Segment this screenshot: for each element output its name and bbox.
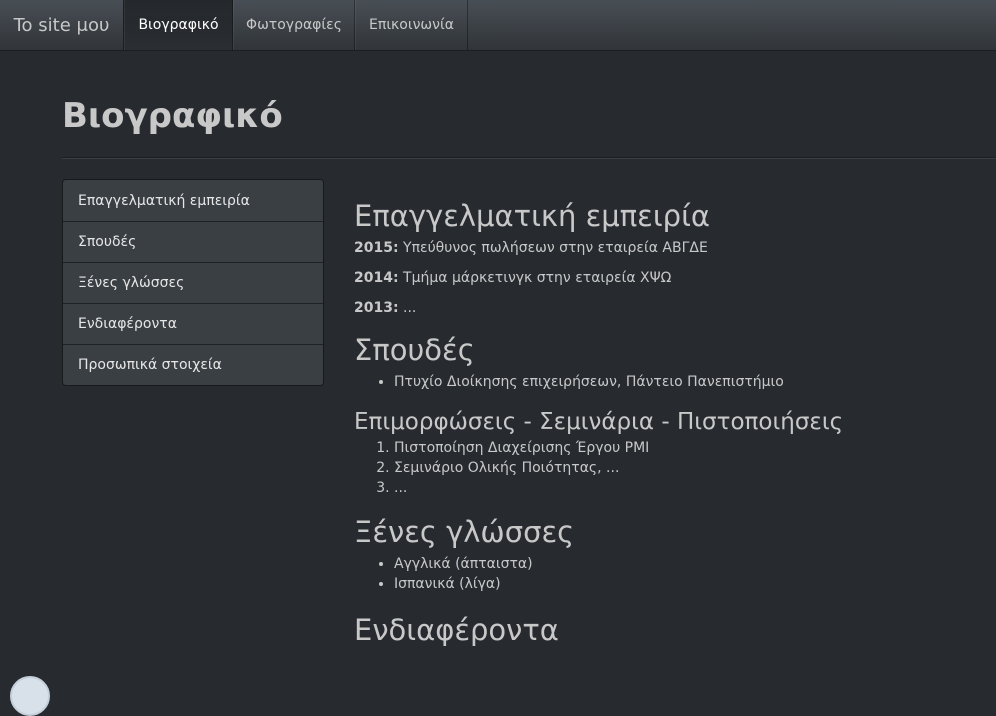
studies-heading: Σπουδές xyxy=(354,333,475,367)
sidebar-item-interests[interactable]: Ενδιαφέροντα xyxy=(63,303,323,344)
experience-year: 2015: xyxy=(354,240,399,256)
nav-item-biography[interactable]: Βιογραφικό xyxy=(124,0,233,50)
header-divider xyxy=(62,157,996,159)
experience-entry: 2014: Τμήμα μάρκετινγκ στην εταιρεία ΧΨΩ xyxy=(354,268,974,288)
nav-item-photos[interactable]: Φωτογραφίες xyxy=(233,0,355,50)
languages-list: Αγγλικά (άπταιστα) Ισπανικά (λίγα) xyxy=(354,554,974,594)
list-item: ... xyxy=(394,478,974,498)
list-item: Ισπανικά (λίγα) xyxy=(394,574,974,594)
list-item: Αγγλικά (άπταιστα) xyxy=(394,554,974,574)
experience-text: Υπεύθυνος πωλήσεων στην εταιρεία ΑΒΓΔΕ xyxy=(398,240,708,256)
studies-list: Πτυχίο Διοίκησης επιχειρήσεων, Πάντειο Π… xyxy=(354,372,974,392)
sidebar-item-experience[interactable]: Επαγγελματική εμπειρία xyxy=(63,180,323,221)
site-brand-link[interactable]: To site μου xyxy=(0,0,124,50)
experience-text: Τμήμα μάρκετινγκ στην εταιρεία ΧΨΩ xyxy=(398,270,672,286)
sidebar-item-languages[interactable]: Ξένες γλώσσες xyxy=(63,262,323,303)
experience-entry: 2013: ... xyxy=(354,298,974,318)
interests-heading: Ενδιαφέροντα xyxy=(354,613,559,647)
sidebar-item-studies[interactable]: Σπουδές xyxy=(63,221,323,262)
list-item: Πιστοποίηση Διαχείρισης Έργου PMI xyxy=(394,438,974,458)
main-content: Επαγγελματική εμπειρία 2015: Υπεύθυνος π… xyxy=(354,196,974,650)
seminars-list: Πιστοποίηση Διαχείρισης Έργου PMI Σεμινά… xyxy=(354,438,974,498)
list-item: Πτυχίο Διοίκησης επιχειρήσεων, Πάντειο Π… xyxy=(394,372,974,392)
experience-heading: Επαγγελματική εμπειρία xyxy=(354,199,711,233)
list-item: Σεμινάριο Ολικής Ποιότητας, ... xyxy=(394,458,974,478)
experience-year: 2013: xyxy=(354,300,399,316)
top-navbar: To site μου Βιογραφικό Φωτογραφίες Επικο… xyxy=(0,0,996,51)
languages-heading: Ξένες γλώσσες xyxy=(354,515,575,549)
experience-year: 2014: xyxy=(354,270,399,286)
experience-text: ... xyxy=(398,300,417,316)
sidebar-item-personal[interactable]: Προσωπικά στοιχεία xyxy=(63,344,323,385)
experience-entry: 2015: Υπεύθυνος πωλήσεων στην εταιρεία Α… xyxy=(354,238,974,258)
sidebar-list-group: Επαγγελματική εμπειρία Σπουδές Ξένες γλώ… xyxy=(62,179,324,386)
floating-circle-icon[interactable] xyxy=(10,676,50,716)
page-title: Βιογραφικό xyxy=(62,96,283,136)
nav-item-contact[interactable]: Επικοινωνία xyxy=(355,0,468,50)
seminars-heading: Επιμορφώσεις - Σεμινάρια - Πιστοποιήσεις xyxy=(354,409,844,435)
